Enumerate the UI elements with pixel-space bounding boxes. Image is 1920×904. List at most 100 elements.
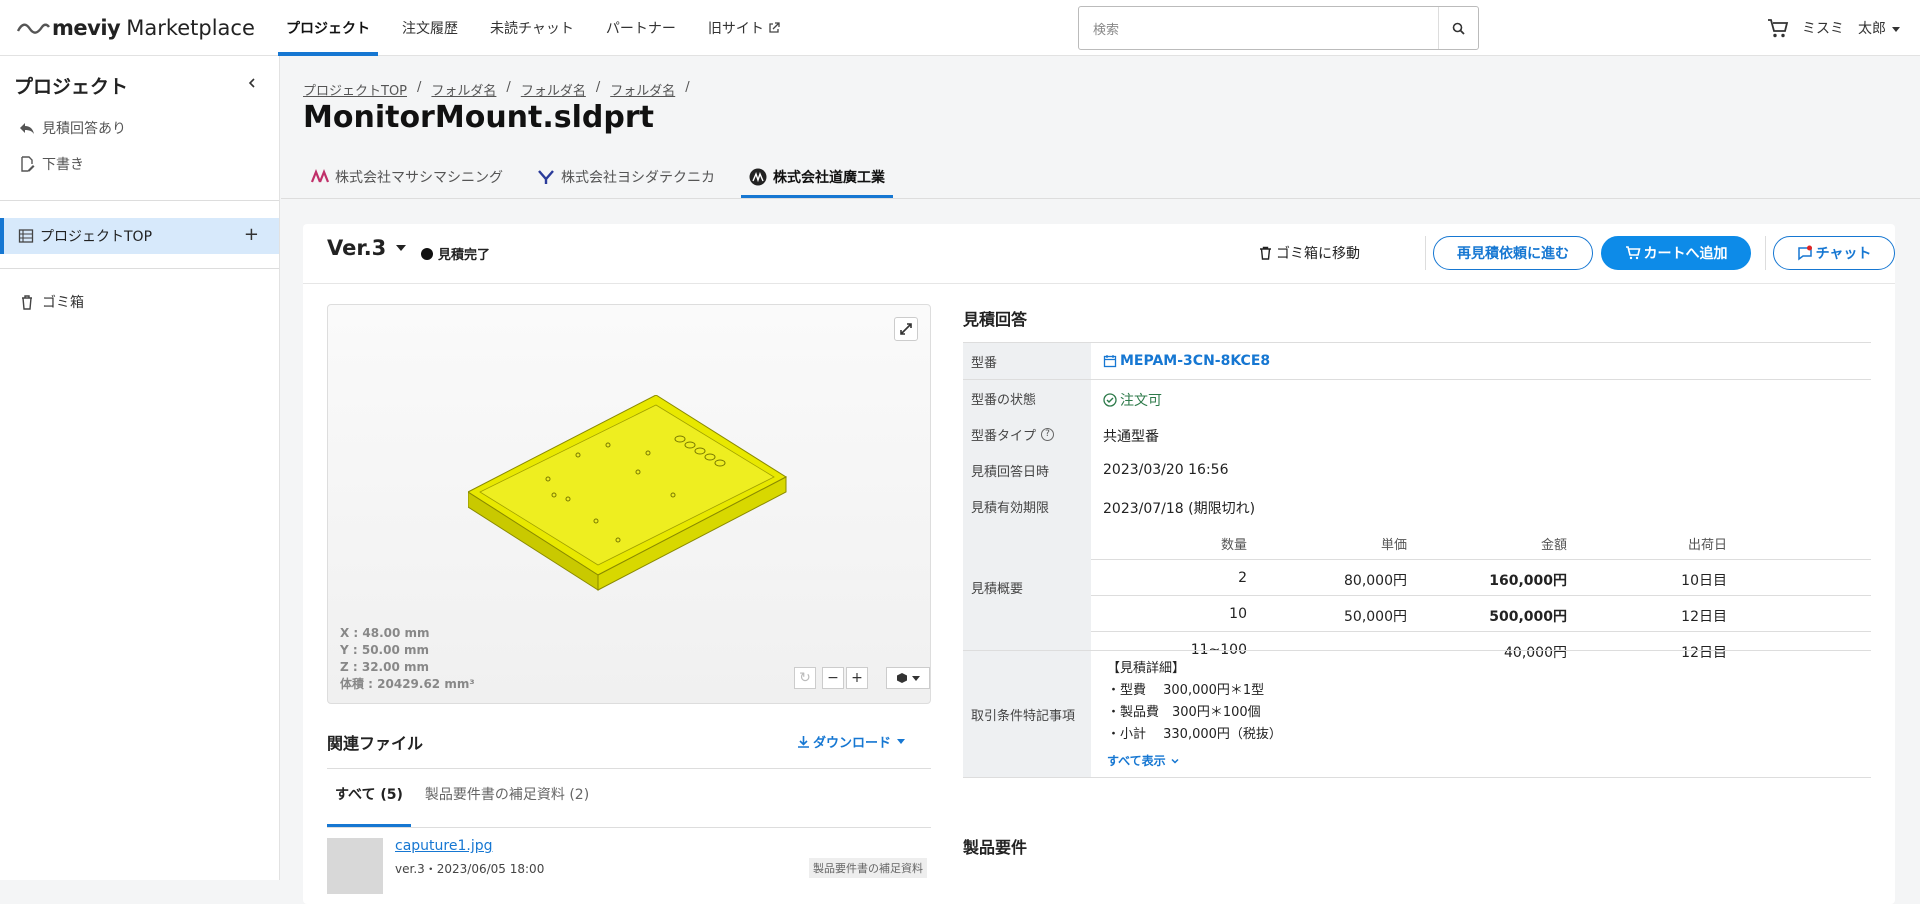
sidebar-divider [0, 200, 279, 201]
terms-notes: 【見積詳細】 ・型費 300,000円＊1型 ・製品費 300円＊100個 ・小… [1107, 658, 1282, 746]
header-separator [1425, 236, 1426, 270]
nav-projects[interactable]: プロジェクト [278, 0, 378, 56]
zoom-in-icon[interactable]: + [846, 667, 868, 689]
trash-icon [1260, 246, 1271, 260]
supplier-tabs: 株式会社マサシマシニング 株式会社ヨシダテクニカ 株式会社道廣工業 [303, 156, 911, 199]
chevron-down-icon [1171, 758, 1179, 764]
nav-old-site[interactable]: 旧サイト [700, 0, 788, 56]
divider [963, 777, 1871, 778]
search-box: 検索 [1078, 6, 1479, 50]
chat-button[interactable]: チャット [1773, 236, 1895, 270]
model-type-label: 型番タイプ ? [963, 416, 1091, 452]
reset-view-icon[interactable]: ↻ [794, 667, 816, 689]
header-separator [1765, 236, 1766, 270]
sidebar-divider [0, 268, 279, 269]
model-status-label: 型番の状態 [963, 380, 1091, 416]
dimension-y: Y : 50.00 mm [340, 643, 429, 657]
nav-unread-chat[interactable]: 未読チャット [482, 0, 582, 56]
tab-supplier-masashi[interactable]: 株式会社マサシマシニング [303, 156, 511, 198]
status-label: 見積完了 [438, 248, 491, 263]
user-company: ミスミ [1802, 21, 1844, 37]
nav-order-history[interactable]: 注文履歴 [394, 0, 466, 56]
supplier-logo-icon [311, 169, 329, 183]
brand-name: meviy [52, 15, 121, 40]
sidebar-title: プロジェクト [14, 76, 129, 98]
view-cube-dropdown[interactable] [886, 667, 930, 689]
cell-quantity: 2 [1238, 570, 1247, 586]
logo[interactable]: meviy Marketplace [16, 16, 278, 40]
version-label: Ver.3 [327, 236, 387, 260]
cart-icon[interactable] [1766, 16, 1790, 40]
terms-line: ・小計 330,000円（税抜） [1107, 727, 1282, 742]
search-button[interactable] [1438, 7, 1478, 49]
tab-supplier-yoshida[interactable]: 株式会社ヨシダテクニカ [529, 156, 723, 198]
tab-supplier-michihiro[interactable]: 株式会社道廣工業 [741, 156, 893, 199]
add-project-icon[interactable]: + [244, 226, 259, 244]
tab-supplementary-docs[interactable]: 製品要件書の補足資料 (2) [417, 784, 597, 828]
cell-unit-price: 80,000円 [1344, 573, 1407, 589]
add-to-cart-label: カートへ追加 [1643, 246, 1728, 262]
sidebar-item-label: ゴミ箱 [42, 295, 84, 311]
breadcrumb-separator: / [506, 80, 511, 95]
check-circle-icon [1103, 393, 1117, 407]
expand-icon [900, 323, 912, 335]
viewer-toolbar: ↻ − + [794, 667, 932, 689]
sidebar-item-project-top[interactable]: プロジェクトTOP + [0, 218, 279, 254]
chevron-down-icon [1892, 26, 1900, 32]
help-icon[interactable]: ? [1041, 427, 1055, 441]
header-right: ミスミ 太郎 [1766, 0, 1900, 56]
chevron-down-icon [912, 675, 920, 681]
search-input[interactable]: 検索 [1079, 7, 1438, 49]
sidebar-item-label: プロジェクトTOP [40, 229, 153, 245]
breadcrumb-item[interactable]: フォルダ名 [521, 80, 586, 99]
quote-card: Ver.3 見積完了 ゴミ箱に移動 再見積依頼に進む カートへ追加 チャット X… [303, 224, 1895, 904]
file-meta: ver.3・2023/06/05 18:00 [395, 862, 545, 876]
version-selector[interactable]: Ver.3 [327, 236, 407, 260]
user-name: 太郎 [1858, 21, 1886, 37]
nav-partners[interactable]: パートナー [598, 0, 684, 56]
tabs-divider [281, 198, 1920, 199]
model-dimensions: X : 48.00 mm Y : 50.00 mm Z : 32.00 mm 体… [340, 625, 475, 693]
terms-line: ・型費 300,000円＊1型 [1107, 683, 1265, 698]
file-name-link[interactable]: caputure1.jpg [395, 838, 492, 854]
move-to-trash-button[interactable]: ゴミ箱に移動 [1259, 243, 1360, 263]
model-volume: 体積 : 20429.62 mm³ [340, 677, 475, 691]
user-menu[interactable]: 太郎 [1858, 18, 1900, 38]
cart-icon [1625, 246, 1641, 260]
download-button[interactable]: ダウンロード [797, 732, 906, 751]
sidebar-item-trash[interactable]: ゴミ箱 [18, 292, 84, 312]
model-viewer[interactable]: X : 48.00 mm Y : 50.00 mm Z : 32.00 mm 体… [327, 304, 931, 704]
edit-icon [21, 156, 35, 172]
model-status-value: 注文可 [1103, 390, 1162, 410]
download-label: ダウンロード [813, 736, 892, 751]
3d-model-render [468, 395, 788, 591]
requote-button[interactable]: 再見積依頼に進む [1433, 236, 1593, 270]
model-type-value: 共通型番 [1103, 429, 1159, 445]
chevron-down-icon [396, 245, 407, 251]
show-all-button[interactable]: すべて表示 [1107, 752, 1180, 769]
breadcrumb-item[interactable]: フォルダ名 [610, 80, 675, 99]
breadcrumb-item[interactable]: プロジェクトTOP [303, 80, 407, 99]
expand-viewer-button[interactable] [894, 317, 918, 341]
tab-label: 株式会社ヨシダテクニカ [561, 170, 715, 186]
supplier-logo-icon [749, 168, 767, 186]
cell-amount: 500,000円 [1489, 609, 1567, 625]
add-to-cart-button[interactable]: カートへ追加 [1601, 236, 1751, 270]
cell-quantity: 10 [1229, 606, 1247, 622]
status-badge: 見積完了 [421, 244, 490, 263]
divider [963, 342, 1871, 343]
column-header-amount: 金額 [1540, 538, 1567, 553]
zoom-out-icon[interactable]: − [822, 667, 844, 689]
breadcrumb-item[interactable]: フォルダ名 [431, 80, 496, 99]
file-tag: 製品要件書の補足資料 [809, 858, 927, 878]
model-status-text: 注文可 [1120, 393, 1162, 409]
sidebar-item-drafts[interactable]: 下書き [18, 154, 84, 174]
terms-line: ・製品費 300円＊100個 [1107, 705, 1261, 720]
supplier-logo-icon [538, 170, 554, 184]
model-no-value[interactable]: MEPAM-3CN-8KCE8 [1103, 353, 1270, 369]
sidebar-item-quote-answered[interactable]: 見積回答あり [18, 118, 126, 138]
tab-all-files[interactable]: すべて (5) [327, 784, 411, 828]
file-thumbnail[interactable] [327, 838, 383, 894]
collapse-sidebar-icon[interactable] [245, 76, 259, 90]
expiry-value: 2023/07/18 (期限切れ) [1103, 501, 1256, 517]
